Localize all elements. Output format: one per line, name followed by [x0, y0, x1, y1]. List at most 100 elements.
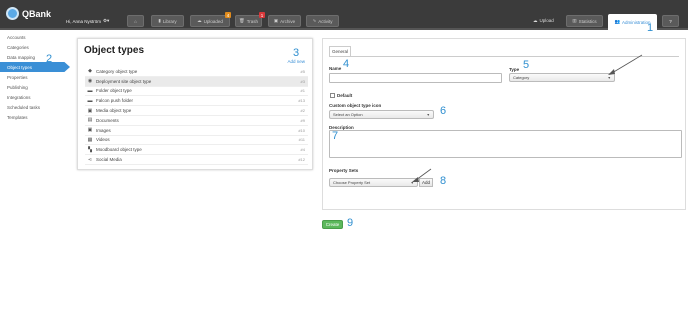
- custom-icon-label: Custom object type icon: [329, 103, 382, 108]
- list-item-name: Images: [96, 127, 111, 133]
- share-icon: ⋖: [87, 156, 93, 163]
- trash-icon: 🗑: [238, 18, 245, 23]
- sidebar-item-accounts[interactable]: Accounts: [0, 32, 70, 42]
- top-navigation-bar: QBank Hi, Anna Nyström ⚙▾ ⌂ ▮ Library ☁ …: [0, 0, 688, 30]
- name-input[interactable]: [329, 73, 502, 83]
- annotation-8: 8: [440, 175, 447, 187]
- sidebar-item-object-types[interactable]: Object types: [0, 62, 70, 72]
- type-select-value: Category: [513, 75, 530, 80]
- list-item-name: Videos: [96, 137, 110, 143]
- list-item[interactable]: ▬ Folder object type #1: [85, 87, 308, 97]
- list-item-id: #12: [298, 157, 305, 163]
- list-item-id: #10: [298, 127, 305, 133]
- description-textarea[interactable]: [329, 130, 682, 158]
- panel-title: Object types: [84, 45, 145, 56]
- list-item-name: Moodboard object type: [96, 147, 142, 153]
- object-type-list: ◆ Category object type #5 ◉ Deployment s…: [85, 67, 308, 165]
- list-item-name: Documents: [96, 117, 119, 123]
- list-item[interactable]: ▚ Moodboard object type #4: [85, 145, 308, 156]
- user-menu[interactable]: Hi, Anna Nyström ⚙▾: [66, 18, 109, 24]
- home-icon: ⌂: [134, 18, 137, 24]
- annotation-5: 5: [523, 59, 530, 71]
- statistics-label: Statistics: [578, 18, 597, 24]
- list-item[interactable]: ▦ Videos #11: [85, 136, 308, 146]
- default-checkbox[interactable]: [330, 93, 335, 98]
- archive-icon: ▣: [273, 18, 279, 23]
- property-set-select[interactable]: Choose Property Set ▼: [329, 178, 418, 187]
- archive-button[interactable]: ▣ Archive: [268, 15, 301, 27]
- sidebar-item-publishing[interactable]: Publishing: [0, 82, 70, 92]
- list-item[interactable]: ▬ Falcon push folder #13: [85, 96, 308, 107]
- list-item[interactable]: ⋖ Social Media #12: [85, 155, 308, 165]
- qbank-logo[interactable]: QBank: [6, 7, 51, 20]
- annotation-7: 7: [332, 130, 339, 142]
- list-item[interactable]: ◆ Category object type #5: [85, 67, 308, 77]
- list-item-id: #9: [300, 117, 305, 123]
- default-label: Default: [337, 93, 353, 98]
- list-item-id: #3: [300, 78, 305, 84]
- activity-icon: ∿: [312, 18, 317, 23]
- help-button[interactable]: ?: [662, 15, 679, 27]
- type-label: Type: [509, 67, 520, 72]
- uploaded-badge: 4: [225, 12, 231, 18]
- list-item-name: Social Media: [96, 157, 122, 163]
- annotation-arrow: [608, 54, 643, 75]
- upload-label: Upload: [539, 18, 554, 23]
- sidebar-item-templates[interactable]: Templates: [0, 112, 70, 122]
- list-item[interactable]: ▤ Documents #9: [85, 116, 308, 126]
- users-icon: 👥: [614, 19, 621, 24]
- annotation-arrow: [412, 168, 432, 182]
- uploaded-button[interactable]: ☁ Uploaded: [190, 15, 230, 27]
- create-button[interactable]: Create: [322, 220, 343, 229]
- help-icon: ?: [669, 18, 672, 24]
- annotation-3: 3: [293, 47, 300, 59]
- add-new-link[interactable]: Add new: [287, 59, 305, 64]
- upload-button[interactable]: ☁ Upload: [533, 18, 554, 24]
- list-item-name: Folder object type: [96, 88, 132, 94]
- list-item[interactable]: ◉ Deployment site object type #3: [85, 76, 308, 87]
- object-types-panel: Object types Add new ◆ Category object t…: [77, 38, 313, 170]
- trash-label: Trash: [246, 18, 259, 24]
- annotation-2: 2: [46, 53, 53, 65]
- statistics-button[interactable]: ▥ Statistics: [566, 15, 603, 27]
- folder-icon: ▬: [87, 87, 93, 94]
- list-item[interactable]: ▣ Media object type #2: [85, 106, 308, 116]
- sidebar-item-categories[interactable]: Categories: [0, 42, 70, 52]
- name-label: Name: [329, 66, 342, 71]
- annotation-1: 1: [647, 22, 654, 34]
- list-item-name: Deployment site object type: [96, 78, 152, 84]
- custom-icon-select[interactable]: Select an Option ▼: [329, 110, 434, 119]
- list-item-name: Media object type: [96, 108, 132, 114]
- list-item-id: #11: [298, 137, 305, 143]
- folder-icon: ▬: [87, 97, 93, 104]
- app-name: QBank: [22, 8, 52, 19]
- custom-icon-select-value: Select an Option: [333, 112, 363, 117]
- tab-general[interactable]: General: [329, 46, 351, 56]
- image-icon: ▣: [87, 127, 93, 134]
- tag-icon: ◆: [88, 68, 92, 75]
- upload-icon: ☁: [533, 18, 538, 23]
- sidebar-item-integrations[interactable]: Integrations: [0, 92, 70, 102]
- activity-button[interactable]: ∿ Activity: [306, 15, 339, 27]
- cloud-icon: ☁: [197, 18, 202, 23]
- library-button[interactable]: ▮ Library: [151, 15, 184, 27]
- list-item-id: #2: [300, 108, 305, 114]
- annotation-4: 4: [343, 58, 350, 70]
- moodboard-icon: ▚: [88, 146, 92, 153]
- globe-icon: ◉: [87, 78, 93, 85]
- sidebar-item-scheduled-tasks[interactable]: Scheduled tasks: [0, 102, 70, 112]
- annotation-9: 9: [347, 217, 354, 229]
- list-item-id: #1: [300, 88, 305, 94]
- sidebar-item-properties[interactable]: Properties: [0, 72, 70, 82]
- list-item[interactable]: ▣ Images #10: [85, 126, 308, 136]
- library-icon: ▮: [158, 18, 161, 23]
- home-button[interactable]: ⌂: [127, 15, 144, 27]
- sidebar-item-data-mapping[interactable]: Data mapping: [0, 52, 70, 62]
- uploaded-label: Uploaded: [203, 18, 223, 24]
- admin-sidebar: Accounts Categories Data mapping Object …: [0, 32, 70, 122]
- list-item-id: #13: [298, 98, 305, 104]
- chevron-down-icon: ▼: [426, 112, 430, 117]
- trash-button[interactable]: 🗑 Trash: [235, 15, 262, 27]
- activity-label: Activity: [318, 18, 333, 24]
- archive-label: Archive: [280, 18, 296, 24]
